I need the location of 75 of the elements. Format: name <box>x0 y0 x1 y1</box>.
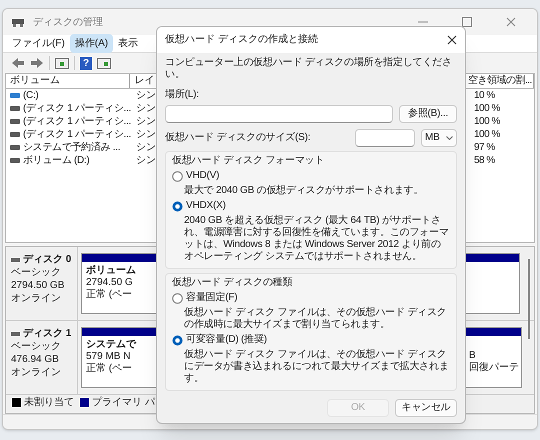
disk-status: オンライン <box>11 292 62 305</box>
table-cell: 100 % <box>474 116 500 127</box>
table-cell: 58 % <box>474 155 495 166</box>
chevron-down-icon <box>446 136 453 140</box>
radio-label: 容量固定(F) <box>186 292 238 304</box>
radio-button[interactable] <box>172 334 183 346</box>
partition-text: 579 MB N <box>86 351 130 362</box>
disk-status: オンライン <box>11 366 62 379</box>
table-cell: シン <box>136 142 156 153</box>
table-cell: 100 % <box>474 103 500 114</box>
forward-arrow-icon[interactable] <box>30 57 44 69</box>
option-description: 仮想ハード ディスク ファイルは、その仮想ハード ディスクにデータが書き込まれるにつれて最大サイズまで拡大されます。 <box>183 349 450 385</box>
table-cell-text: (ディスク 1 パーティシ... <box>23 102 131 116</box>
dialog-title: 仮想ハード ディスクの作成と接続 <box>165 34 319 46</box>
partition-text: 2794.50 G <box>86 277 133 288</box>
field-label: 場所(L): <box>165 89 200 101</box>
legend-label: プライマリ パ <box>92 396 155 410</box>
close-icon[interactable] <box>447 35 457 45</box>
location-field[interactable] <box>165 105 393 123</box>
option-description: 最大で 2040 GB の仮想ディスクがサポートされます。 <box>183 185 424 197</box>
radio-label: 可変容量(D) (推奨) <box>186 334 267 346</box>
size-field[interactable] <box>355 129 415 147</box>
menu-item[interactable]: ファイル(F) <box>7 34 70 53</box>
table-cell: シン <box>136 129 156 140</box>
table-cell: 97 % <box>474 142 495 153</box>
column-header[interactable]: ボリューム <box>6 74 130 88</box>
disk-type: ベーシック <box>11 266 62 279</box>
back-arrow-icon[interactable] <box>11 57 25 69</box>
table-cell-text: (C:) <box>23 89 38 103</box>
legend-label: 未割り当て <box>24 396 74 410</box>
panel-icon[interactable] <box>55 57 69 69</box>
table-cell: 100 % <box>474 129 500 140</box>
disk-app-icon <box>11 16 25 28</box>
disk-size: 2794.50 GB <box>11 279 66 292</box>
table-cell: シン <box>136 103 156 114</box>
menu-item[interactable]: 表示 <box>113 34 144 53</box>
table-cell-text: (ディスク 1 パーティシ... <box>23 128 131 142</box>
table-cell: シン <box>136 155 156 166</box>
radio-button[interactable] <box>172 292 183 304</box>
partition-text: B <box>469 350 476 362</box>
partition-text: 正常 (ペー <box>86 363 132 375</box>
table-cell-text: システムで予約済み ... <box>23 140 120 155</box>
maximize-icon[interactable] <box>461 16 473 28</box>
instruction-text: コンピューター上の仮想ハード ディスクの場所を指定してください。 <box>165 57 453 81</box>
window-title: ディスクの管理 <box>33 16 104 30</box>
disk-type: ベーシック <box>11 340 62 353</box>
table-cell-text: ボリューム (D:) <box>23 154 90 168</box>
scrollbar[interactable] <box>528 259 530 339</box>
table-cell-text: (ディスク 1 パーティシ... <box>23 115 131 129</box>
option-description: 仮想ハード ディスク ファイルは、その仮想ハード ディスクの作成時に最大サイズまで割り当てられます。 <box>183 307 448 331</box>
field-label: 仮想ハード ディスクのサイズ(S): <box>165 132 312 144</box>
partition-block[interactable]: B 回復パーテ <box>464 327 522 388</box>
partition-text: 正常 (ペー <box>86 289 132 301</box>
radio-label: VHD(V) <box>186 170 220 182</box>
table-cell: シン <box>136 90 156 101</box>
radio-button[interactable] <box>172 200 183 212</box>
group-title: 仮想ハード ディスク フォーマット <box>172 155 326 167</box>
browse-button[interactable]: 参照(B)... <box>399 105 457 123</box>
menu-item[interactable]: 操作(A) <box>70 34 114 53</box>
radio-button[interactable] <box>172 170 183 182</box>
partition-text: 回復パーテ <box>469 362 519 374</box>
partition-text: システムで <box>86 339 136 351</box>
disk-name: ディスク 0 <box>23 253 72 266</box>
option-description: 2040 GB を超える仮想ディスク (最大 64 TB) がサポートされ、電源障害に対する回復性を備えています。このフォーマットは、Windows 8 または Windows Server 2012 より前のオペレーティング システムではサポートされません。 <box>183 215 450 263</box>
radio-label: VHDX(X) <box>186 200 226 212</box>
panel-icon[interactable] <box>97 57 111 69</box>
table-cell: シン <box>136 116 156 127</box>
dialog-button[interactable]: キャンセル <box>395 399 457 417</box>
partition-text: ボリューム <box>86 265 136 277</box>
unit-dropdown[interactable]: MB <box>421 129 457 147</box>
group-title: 仮想ハード ディスクの種類 <box>172 277 294 289</box>
help-button[interactable]: ? <box>80 56 92 70</box>
disk-size: 476.94 GB <box>11 353 60 366</box>
table-cell: 10 % <box>474 90 495 101</box>
disk-name: ディスク 1 <box>23 327 72 340</box>
